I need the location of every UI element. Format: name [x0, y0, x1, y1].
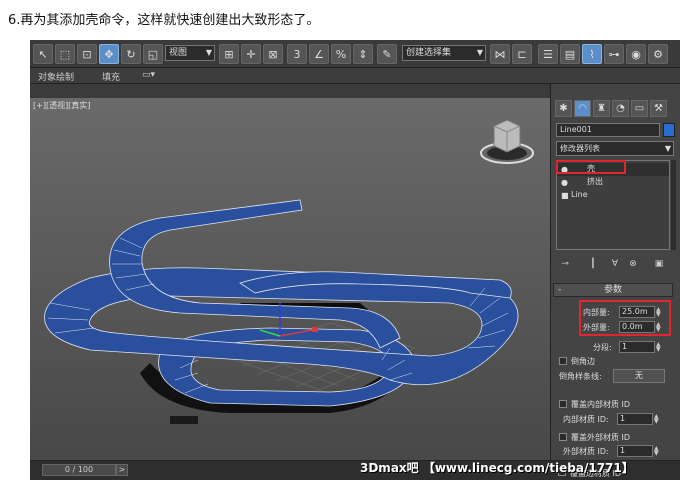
override-inner-label: 覆盖内部材质 ID — [571, 400, 631, 409]
select-icon[interactable]: ↖ — [33, 44, 53, 64]
modifier-list-label: 修改器列表 — [560, 144, 600, 153]
snaps-toggle-icon[interactable]: 3 — [287, 44, 307, 64]
view-dropdown-value: 视图 — [169, 48, 188, 58]
chevron-down-icon: ▼ — [205, 48, 212, 57]
display-tab-icon[interactable]: ▭ — [631, 100, 648, 117]
window-crossing-icon[interactable]: ⊡ — [77, 44, 97, 64]
watermark: 3Dmax吧 【www.linecg.com/tieba/1771】 — [360, 461, 634, 475]
hierarchy-tab-icon[interactable]: ♜ — [593, 100, 610, 117]
material-editor-icon[interactable]: ◉ — [626, 44, 646, 64]
scale-icon[interactable]: ◱ — [143, 44, 163, 64]
collapse-icon: - — [558, 285, 562, 295]
stack-toolbar: ⊸ ┃ ∀ ⊗ ▣ — [556, 257, 674, 273]
snap-3-label: 3 — [293, 47, 301, 61]
segments-label: 分段: — [593, 343, 612, 352]
outer-mat-id-spinner[interactable]: 1 ▲ ▼ — [617, 445, 659, 457]
motion-tab-icon[interactable]: ◔ — [612, 100, 629, 117]
reference-coordinate-dropdown[interactable]: 视图 ▼ — [165, 45, 215, 61]
segments-value: 1 — [622, 342, 628, 351]
spinner-snap-icon[interactable]: ⇕ — [353, 44, 373, 64]
rollout-title: 参数 — [603, 285, 622, 295]
selection-set-value: 创建选择集 — [406, 48, 452, 58]
amount-highlight-box — [579, 300, 671, 336]
graphite-icon[interactable]: ▤ — [560, 44, 580, 64]
bevel-edges-checkbox[interactable] — [559, 357, 567, 365]
create-tab-icon[interactable]: ✱ — [555, 100, 572, 117]
move-icon[interactable]: ✥ — [99, 44, 119, 64]
select-manipulate-icon[interactable]: ✛ — [241, 44, 261, 64]
viewport-header-strip — [30, 84, 550, 98]
shell-fragment — [170, 416, 198, 424]
tab-object-paint[interactable]: 对象绘制 — [38, 70, 74, 83]
chevron-down-icon: ▼ — [664, 144, 671, 153]
main-toolbar: ↖ ⬚ ⊡ ✥ ↻ ◱ 视图 ▼ ⊞ ✛ ⊠ 3 ∠ % ⇕ ✎ 创建选择集 ▼ ⋈… — [30, 40, 680, 68]
render-setup-icon[interactable]: ⚙ — [648, 44, 668, 64]
segments-spinner[interactable]: 1 ▲ ▼ — [619, 341, 661, 353]
select-region-icon[interactable]: ⬚ — [55, 44, 75, 64]
command-panel: ✱ ◠ ♜ ◔ ▭ ⚒ Line001 修改器列表 ▼ ● 壳 ● 挤出 ■ Line … — [550, 84, 680, 460]
inner-mat-id-spinner[interactable]: 1 ▲ ▼ — [617, 413, 659, 425]
percent-label: % — [335, 47, 347, 61]
override-outer-label: 覆盖外部材质 ID — [571, 433, 631, 442]
override-inner-checkbox[interactable] — [559, 400, 567, 408]
modifier-list-dropdown[interactable]: 修改器列表 ▼ — [556, 141, 674, 156]
time-slider[interactable]: 0 / 100 — [42, 464, 116, 476]
align-icon[interactable]: ⊏ — [512, 44, 532, 64]
parameters-rollout[interactable]: - 参数 — [553, 283, 673, 297]
bevel-edges-label: 倒角边 — [571, 357, 595, 366]
shell-highlight-box — [556, 160, 626, 174]
lightbulb-icon[interactable]: ● — [561, 177, 568, 189]
bevel-spline-label: 倒角样条线: — [559, 372, 602, 381]
chevron-down-icon: ▼ — [476, 48, 483, 57]
utilities-tab-icon[interactable]: ⚒ — [650, 100, 667, 117]
ribbon-options-icon[interactable]: ▭▾ — [142, 70, 155, 80]
outer-mat-id-label: 外部材质 ID: — [563, 447, 609, 456]
spinner-arrows-icon[interactable]: ▲ ▼ — [654, 446, 662, 457]
spinner-arrows-icon[interactable]: ▲ ▼ — [654, 414, 662, 425]
object-color-swatch[interactable] — [663, 123, 675, 137]
stack-item-label: 挤出 — [587, 177, 603, 186]
show-end-result-icon[interactable]: ┃ — [586, 257, 600, 271]
edit-named-selection-icon[interactable]: ✎ — [377, 44, 397, 64]
stack-scrollbar[interactable] — [671, 160, 676, 250]
object-name-field[interactable]: Line001 — [556, 123, 660, 137]
curve-editor-icon[interactable]: ⌇ — [582, 44, 602, 64]
expand-icon[interactable]: ■ — [561, 190, 569, 202]
schematic-view-icon[interactable]: ⊶ — [604, 44, 624, 64]
pivot-icon[interactable]: ⊞ — [219, 44, 239, 64]
named-selection-dropdown[interactable]: 创建选择集 ▼ — [402, 45, 486, 61]
stack-item-extrude[interactable]: ● 挤出 — [557, 176, 669, 189]
next-frame-button[interactable]: > — [116, 464, 128, 476]
bevel-spline-button[interactable]: 无 — [613, 369, 665, 383]
layer-manager-icon[interactable]: ☰ — [538, 44, 558, 64]
stack-item-label: Line — [571, 190, 588, 199]
make-unique-icon[interactable]: ∀ — [608, 257, 622, 271]
rotate-icon[interactable]: ↻ — [121, 44, 141, 64]
tab-populate[interactable]: 填充 — [102, 70, 120, 83]
modify-tab-icon[interactable]: ◠ — [574, 100, 591, 117]
inner-mat-id-value: 1 — [620, 414, 626, 423]
stack-item-line[interactable]: ■ Line — [557, 189, 669, 202]
3dsmax-window: ↖ ⬚ ⊡ ✥ ↻ ◱ 视图 ▼ ⊞ ✛ ⊠ 3 ∠ % ⇕ ✎ 创建选择集 ▼ ⋈… — [30, 40, 680, 480]
remove-modifier-icon[interactable]: ⊗ — [626, 257, 640, 271]
configure-sets-icon[interactable]: ▣ — [652, 257, 666, 271]
outer-mat-id-value: 1 — [620, 446, 626, 455]
ribbon-tabs: 对象绘制 填充 ▭▾ — [30, 68, 680, 84]
angle-snap-icon[interactable]: ∠ — [309, 44, 329, 64]
spinner-arrows-icon[interactable]: ▲ ▼ — [656, 342, 664, 353]
keyboard-shortcut-icon[interactable]: ⊠ — [263, 44, 283, 64]
mirror-icon[interactable]: ⋈ — [490, 44, 510, 64]
percent-snap-icon[interactable]: % — [331, 44, 351, 64]
command-panel-tabs: ✱ ◠ ♜ ◔ ▭ ⚒ — [555, 100, 675, 118]
pin-stack-icon[interactable]: ⊸ — [558, 257, 572, 271]
viewport-scene — [30, 98, 550, 460]
inner-mat-id-label: 内部材质 ID: — [563, 415, 609, 424]
tutorial-caption: 6.再为其添加壳命令，这样就快速创建出大致形态了。 — [8, 13, 320, 28]
perspective-viewport[interactable]: [+][透视][真实] — [30, 98, 550, 460]
override-outer-checkbox[interactable] — [559, 433, 567, 441]
viewport-label[interactable]: [+][透视][真实] — [33, 100, 90, 111]
